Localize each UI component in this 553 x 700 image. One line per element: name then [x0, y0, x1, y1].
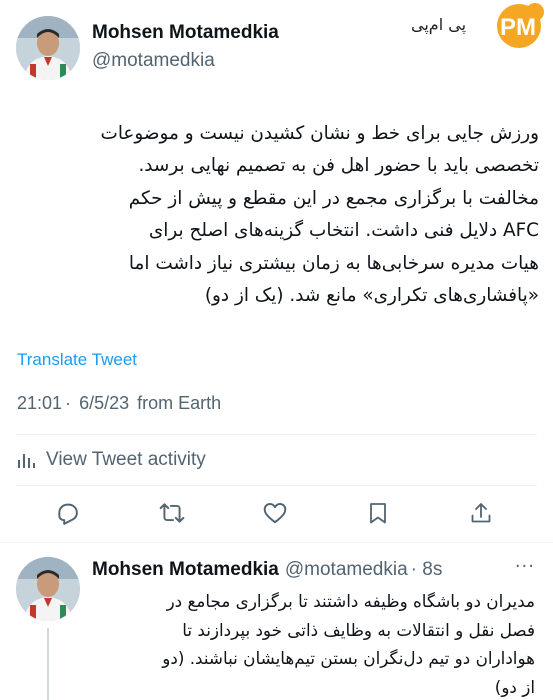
reply-line: از دو) [494, 676, 535, 697]
divider [16, 485, 537, 486]
view-tweet-activity-link[interactable]: View Tweet activity [16, 449, 206, 471]
translate-tweet-link[interactable]: Translate Tweet [17, 350, 137, 370]
tweet-line: «پافشاری‌های تکراری» مانع شد. (یک از دو) [204, 285, 539, 307]
reply-author-name[interactable]: Mohsen Motamedkia [92, 559, 279, 581]
reply-avatar[interactable] [16, 557, 80, 621]
reply-button[interactable] [48, 493, 88, 533]
retweet-icon [159, 503, 185, 523]
meta-separator: · [65, 393, 72, 413]
avatar-photo-icon [16, 16, 80, 80]
reply-icon [58, 503, 78, 525]
share-icon [471, 503, 491, 523]
activity-label: View Tweet activity [46, 449, 206, 470]
retweet-button[interactable] [152, 493, 192, 533]
tweet-line: مخالفت با برگزاری مجمع در این مقطع و پیش… [128, 187, 539, 209]
like-button[interactable] [255, 493, 295, 533]
tweet-actions [0, 493, 553, 533]
reply-line: فصل نقل و انتقالات به وظایف ذاتی خود بپر… [182, 619, 535, 640]
tweet-line: هیات مدیره سرخابی‌ها به زمان بیشتری نیاز… [128, 252, 539, 274]
tweet-line: AFC دلایل فنی داشت. انتخاب گزینه‌های اصل… [148, 220, 539, 242]
reply-header: Mohsen Motamedkia @motamedkia · 8s [92, 559, 442, 581]
bookmark-button[interactable] [358, 493, 398, 533]
reply-line: مدیران دو باشگاه وظیفه داشتند تا برگزاری… [166, 591, 535, 611]
reply-author-handle[interactable]: @motamedkia [285, 559, 408, 581]
tweet-line: ورزش جایی برای خط و نشان کشیدن نیست و مو… [100, 123, 539, 144]
main-tweet: Mohsen Motamedkia @motamedkia ورزش جایی … [0, 0, 553, 542]
tweet-time[interactable]: 21:01 [17, 393, 62, 413]
reply-text: مدیران دو باشگاه وظیفه داشتند تا برگزاری… [92, 587, 535, 700]
tweet-text: ورزش جایی برای خط و نشان کشیدن نیست و مو… [14, 118, 539, 312]
tweet-source: from Earth [137, 393, 222, 413]
activity-icon [18, 454, 35, 468]
tweet-line: تخصصی باید با حضور اهل فن به تصمیم نهایی… [138, 155, 539, 177]
tweet-date[interactable]: 6/5/23 [79, 393, 129, 413]
heart-icon [263, 503, 287, 524]
share-button[interactable] [461, 493, 501, 533]
divider [16, 434, 537, 435]
divider [0, 542, 553, 543]
bookmark-icon [370, 503, 386, 524]
author-handle[interactable]: @motamedkia [92, 50, 215, 72]
avatar[interactable] [16, 16, 80, 80]
reply-line: هواداران دو تیم دل‌نگران بستن تیم‌هایشان… [162, 648, 535, 668]
avatar-photo-icon [16, 557, 80, 621]
reply-age[interactable]: · 8s [411, 559, 443, 581]
more-options-button[interactable]: ··· [515, 556, 535, 577]
thread-line [47, 628, 49, 700]
author-name[interactable]: Mohsen Motamedkia [92, 22, 279, 44]
tweet-meta: 21:01 · 6/5/23 from Earth [17, 393, 224, 414]
